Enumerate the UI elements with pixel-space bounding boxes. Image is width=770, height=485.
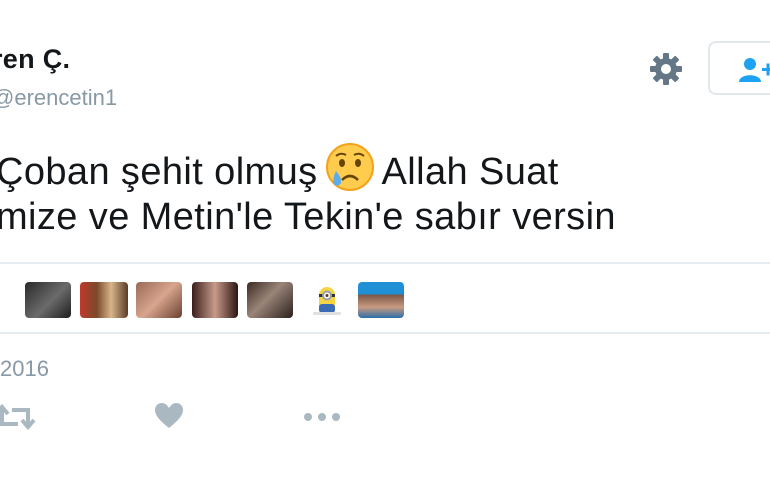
gear-icon[interactable]	[646, 49, 686, 89]
tweet-text-line-2: mize ve Metin'le Tekin'e sabır versin	[0, 196, 616, 238]
liker-avatar[interactable]	[136, 282, 182, 318]
display-name[interactable]: ren Ç.	[0, 44, 70, 75]
liker-avatar[interactable]	[358, 282, 404, 318]
tweet-text-part-1: Çoban şehit olmuş	[0, 151, 318, 193]
more-icon[interactable]	[303, 410, 341, 428]
crying-face-icon	[322, 142, 378, 202]
minion-avatar[interactable]	[304, 282, 350, 318]
likers-strip	[0, 262, 770, 334]
heart-icon[interactable]	[154, 402, 184, 435]
follow-button[interactable]	[708, 41, 770, 95]
liker-avatar[interactable]	[247, 282, 293, 318]
tweet-text-part-2: Allah Suat	[381, 151, 559, 193]
tweet-date[interactable]: 2016	[0, 356, 49, 382]
liker-avatar[interactable]	[192, 282, 238, 318]
handle-text: erencetin1	[14, 85, 118, 110]
liker-avatar[interactable]	[25, 282, 71, 318]
tweet-text-line-1: Çoban şehit olmuş Allah Suat	[0, 142, 559, 202]
user-handle[interactable]: @erencetin1	[0, 85, 117, 111]
add-user-icon	[739, 58, 770, 82]
liker-avatar[interactable]	[80, 282, 128, 318]
retweet-icon[interactable]	[0, 402, 38, 439]
